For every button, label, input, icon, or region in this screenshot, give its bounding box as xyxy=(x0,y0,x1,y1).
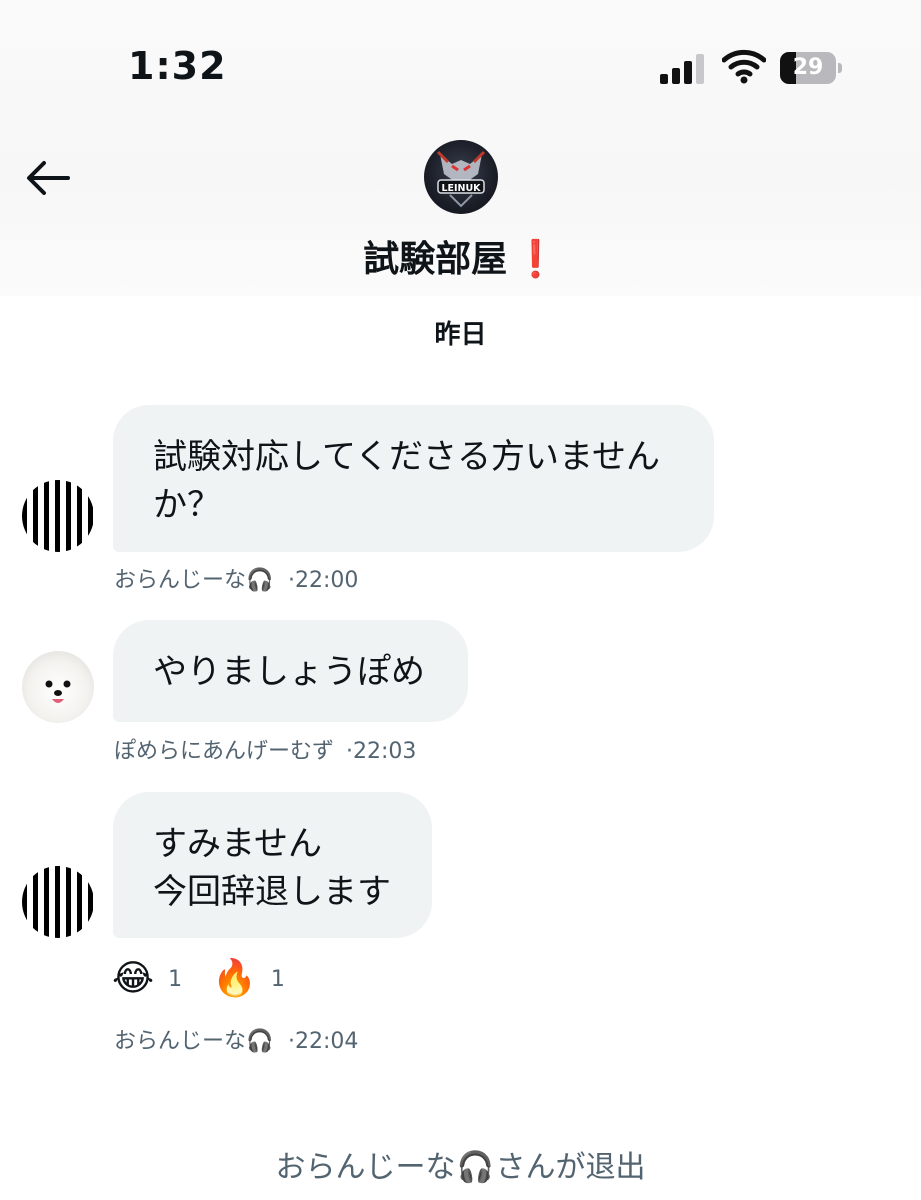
wifi-icon xyxy=(722,49,766,84)
message-meta: おらんじーな🎧 ·22:00 xyxy=(114,562,358,594)
laughing-emoji-icon: 😂 xyxy=(112,958,155,999)
avatar-stripes[interactable] xyxy=(22,480,94,552)
group-avatar[interactable]: LEINUK xyxy=(424,140,498,214)
reaction-count: 1 xyxy=(270,966,285,992)
message-meta: ぽめらにあんげーむず ·22:03 xyxy=(114,733,416,765)
avatar-pomeranian[interactable] xyxy=(22,651,94,723)
back-arrow-icon[interactable] xyxy=(24,156,72,200)
message-bubble[interactable]: 試験対応してくださる方いません か？ xyxy=(113,405,714,552)
cellular-signal-icon xyxy=(660,52,708,84)
message-line: 今回辞退します xyxy=(153,872,391,912)
message-time: ·22:03 xyxy=(346,739,417,764)
fire-emoji-icon: 🔥 xyxy=(212,958,257,999)
message-line: か？ xyxy=(153,485,221,525)
headphones-icon: 🎧 xyxy=(246,1029,274,1054)
sender-name: おらんじーな xyxy=(114,1029,247,1054)
reaction-count: 1 xyxy=(168,966,183,992)
sender-name: ぽめらにあんげーむず xyxy=(114,739,335,764)
group-title[interactable]: 試験部屋 ❗ xyxy=(0,230,921,282)
sender-name: おらんじーな xyxy=(114,568,247,593)
pomeranian-face-icon xyxy=(45,680,71,703)
message-time: ·22:04 xyxy=(288,1029,359,1054)
message-meta: おらんじーな🎧 ·22:04 xyxy=(114,1023,358,1055)
reaction-laugh[interactable]: 😂 1 xyxy=(112,955,182,1003)
battery-level: 29 xyxy=(792,55,824,80)
battery-icon: 29 xyxy=(780,52,842,84)
system-message: おらんじーな🎧さんが退出 xyxy=(0,1142,921,1186)
message-line: やりましょうぽめ xyxy=(153,652,425,692)
message-line: すみません xyxy=(153,824,322,864)
message-line: 試験対応してくださる方いません xyxy=(153,437,660,477)
exclamation-emoji: ❗ xyxy=(513,239,558,280)
message-time: ·22:00 xyxy=(288,568,359,593)
system-message-name: おらんじーな xyxy=(275,1150,456,1185)
message-bubble[interactable]: すみません 今回辞退します xyxy=(113,792,432,938)
message-bubble[interactable]: やりましょうぽめ xyxy=(113,620,468,722)
date-separator: 昨日 xyxy=(434,320,487,350)
headphones-icon: 🎧 xyxy=(246,568,274,593)
reaction-fire[interactable]: 🔥 1 xyxy=(212,955,285,1003)
group-name: 試験部屋 xyxy=(363,239,508,280)
svg-text:LEINUK: LEINUK xyxy=(441,183,481,194)
status-time: 1:32 xyxy=(128,44,227,88)
wolf-logo-icon: LEINUK xyxy=(436,150,486,208)
headphones-icon: 🎧 xyxy=(456,1150,495,1185)
avatar-stripes[interactable] xyxy=(22,866,94,938)
system-message-text: さんが退出 xyxy=(495,1150,646,1185)
